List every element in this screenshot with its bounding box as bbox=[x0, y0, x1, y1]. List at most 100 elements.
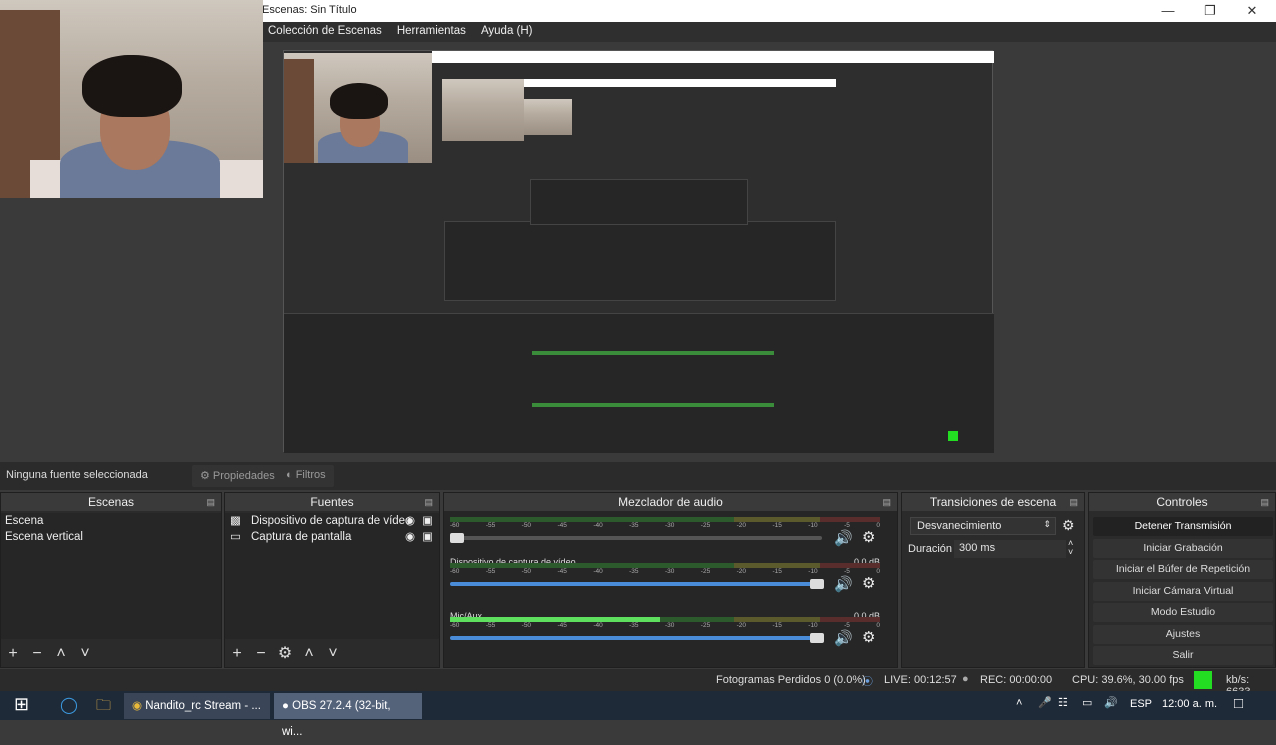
chevron-up-icon[interactable]: ˄ bbox=[1016, 697, 1022, 709]
undock-icon[interactable]: ▤ bbox=[1069, 493, 1078, 511]
undock-icon[interactable]: ▤ bbox=[206, 493, 215, 511]
controls-dock: Controles ▤ Detener Transmisión Iniciar G… bbox=[1088, 492, 1276, 668]
monitor-icon[interactable]: ▭ bbox=[1082, 696, 1092, 709]
stop-streaming-button[interactable]: Detener Transmisión bbox=[1093, 517, 1273, 536]
duration-input[interactable]: 300 ms bbox=[954, 540, 1066, 558]
menu-tools[interactable]: Herramientas bbox=[391, 22, 472, 40]
meter-tick-label: -15 bbox=[772, 522, 782, 529]
add-icon[interactable]: + bbox=[1, 641, 25, 667]
network-icon[interactable]: ☷ bbox=[1058, 696, 1068, 709]
meter-scale: -60 -55 -50 -45 -40 -35 -30 -25 -20 -15 -10 -5 0 bbox=[450, 622, 880, 629]
source-item[interactable]: ▩ Dispositivo de captura de vídeo ◉ ▣ bbox=[225, 513, 439, 529]
menu-help[interactable]: Ayuda (H) bbox=[475, 22, 539, 40]
mixer-title: Mezclador de audio bbox=[618, 495, 723, 509]
taskbar-item-label: Nandito_rc Stream - ... bbox=[145, 700, 261, 712]
gear-icon[interactable]: ⚙ bbox=[862, 528, 875, 546]
preview-canvas[interactable] bbox=[0, 0, 1276, 460]
visibility-eye-icon[interactable]: ◉ bbox=[405, 529, 415, 545]
no-source-label: Ninguna fuente seleccionada bbox=[6, 469, 148, 481]
start-virtual-camera-button[interactable]: Iniciar Cámara Virtual bbox=[1093, 582, 1273, 601]
live-time: LIVE: 00:12:57 bbox=[884, 674, 957, 686]
close-icon[interactable]: ✕ bbox=[1232, 1, 1272, 21]
clock[interactable]: 12:00 a. m. bbox=[1162, 698, 1217, 710]
volume-fader[interactable] bbox=[450, 536, 822, 540]
meter-tick-label: -20 bbox=[736, 622, 747, 629]
sources-list: ▩ Dispositivo de captura de vídeo ◉ ▣ ▭ … bbox=[225, 513, 439, 639]
meter-tick-label: -30 bbox=[664, 568, 675, 575]
taskbar-item-obs[interactable]: ● OBS 27.2.4 (32-bit, wi... bbox=[274, 693, 422, 738]
fader-knob[interactable] bbox=[810, 633, 824, 643]
audio-mixer-dock: Mezclador de audio ▤ -60 -55 -50 -45 -40 -35 -3… bbox=[443, 492, 898, 668]
gear-icon[interactable]: ⚙ bbox=[1062, 517, 1075, 534]
start-recording-button[interactable]: Iniciar Grabación bbox=[1093, 539, 1273, 558]
gear-icon[interactable]: ⚙ bbox=[862, 574, 875, 592]
obs-icon: ● bbox=[282, 700, 289, 712]
stream-health-indicator bbox=[1194, 671, 1212, 689]
move-down-icon[interactable]: ˅ bbox=[321, 641, 345, 667]
add-icon[interactable]: + bbox=[225, 641, 249, 667]
minimize-icon[interactable]: — bbox=[1148, 1, 1188, 21]
settings-button[interactable]: Ajustes bbox=[1093, 625, 1273, 644]
undock-icon[interactable]: ▤ bbox=[424, 493, 433, 511]
volume-fader[interactable] bbox=[450, 582, 822, 586]
fader-knob[interactable] bbox=[450, 533, 464, 543]
folder-icon[interactable]: 🗀 bbox=[96, 695, 111, 720]
volume-icon[interactable]: 🔊 bbox=[834, 529, 853, 547]
volume-icon[interactable]: 🔊 bbox=[834, 575, 853, 593]
visibility-eye-icon[interactable]: ◉ bbox=[405, 513, 415, 529]
source-label: Dispositivo de captura de vídeo bbox=[251, 515, 412, 527]
fader-knob[interactable] bbox=[810, 579, 824, 589]
windows-start-icon[interactable]: ⊞ bbox=[14, 694, 29, 715]
language-indicator[interactable]: ESP bbox=[1130, 698, 1152, 710]
maximize-icon[interactable]: ❐ bbox=[1190, 1, 1230, 21]
scenes-title: Escenas bbox=[87, 495, 135, 509]
meter-tick-label: -60 bbox=[450, 522, 460, 529]
remove-icon[interactable]: − bbox=[25, 641, 49, 667]
undock-icon[interactable]: ▤ bbox=[882, 493, 891, 511]
volume-icon[interactable]: 🔊 bbox=[1104, 696, 1118, 709]
gear-icon[interactable]: ⚙ bbox=[273, 641, 297, 667]
webcam-overlay bbox=[0, 0, 263, 198]
volume-fader[interactable] bbox=[450, 636, 822, 640]
properties-button[interactable]: ⚙ Propiedades bbox=[192, 465, 283, 487]
transitions-header: Transiciones de escena ▤ bbox=[902, 493, 1084, 511]
duration-stepper-icon[interactable]: ˄ ˅ bbox=[1068, 539, 1073, 557]
start-replay-buffer-button[interactable]: Iniciar el Búfer de Repetición bbox=[1093, 560, 1273, 579]
studio-mode-button[interactable]: Modo Estudio bbox=[1093, 603, 1273, 622]
gear-icon[interactable]: ⚙ bbox=[862, 628, 875, 646]
filters-button[interactable]: ◐ Filtros bbox=[278, 465, 334, 487]
rec-time: REC: 00:00:00 bbox=[980, 674, 1053, 686]
meter-tick-label: -35 bbox=[629, 522, 639, 529]
screen-capture-preview bbox=[283, 50, 994, 453]
move-up-icon[interactable]: ˄ bbox=[49, 641, 73, 667]
scenes-footer: + − ˄ ˅ bbox=[1, 641, 221, 667]
taskbar-item-chrome[interactable]: ◉ Nandito_rc Stream - ... bbox=[124, 693, 270, 719]
microphone-icon[interactable]: 🎤 bbox=[1038, 696, 1052, 709]
meter-tick-label: -15 bbox=[772, 568, 782, 575]
meter-tick-label: -40 bbox=[593, 622, 603, 629]
notification-icon[interactable]: □ bbox=[1234, 695, 1243, 712]
meter-tick-label: -15 bbox=[772, 622, 782, 629]
meter-tick-label: -30 bbox=[664, 622, 675, 629]
move-up-icon[interactable]: ˄ bbox=[297, 641, 321, 667]
scene-item[interactable]: Escena bbox=[1, 513, 221, 529]
taskbar-item-label: OBS 27.2.4 (32-bit, wi... bbox=[282, 700, 391, 738]
source-toolbar: Ninguna fuente seleccionada ⚙ Propiedade… bbox=[0, 462, 1276, 490]
menu-scene-collection[interactable]: Colección de Escenas bbox=[262, 22, 388, 40]
volume-icon[interactable]: 🔊 bbox=[834, 629, 853, 647]
sources-header: Fuentes ▤ bbox=[225, 493, 439, 511]
undock-icon[interactable]: ▤ bbox=[1260, 493, 1269, 511]
remove-icon[interactable]: − bbox=[249, 641, 273, 667]
move-down-icon[interactable]: ˅ bbox=[73, 641, 97, 667]
lock-icon[interactable]: ▣ bbox=[422, 513, 433, 529]
scenes-header: Escenas ▤ bbox=[1, 493, 221, 511]
edge-icon[interactable]: ◯ bbox=[60, 695, 78, 715]
meter-tick-label: -5 bbox=[844, 622, 850, 629]
exit-button[interactable]: Salir bbox=[1093, 646, 1273, 665]
meter-tick-label: -50 bbox=[521, 568, 532, 575]
lock-icon[interactable]: ▣ bbox=[422, 529, 433, 545]
source-item[interactable]: ▭ Captura de pantalla ◉ ▣ bbox=[225, 529, 439, 545]
transitions-dock: Transiciones de escena ▤ Desvanecimiento … bbox=[901, 492, 1085, 668]
transition-select[interactable]: Desvanecimiento ⇕ bbox=[910, 517, 1056, 535]
scene-item[interactable]: Escena vertical bbox=[1, 529, 221, 545]
